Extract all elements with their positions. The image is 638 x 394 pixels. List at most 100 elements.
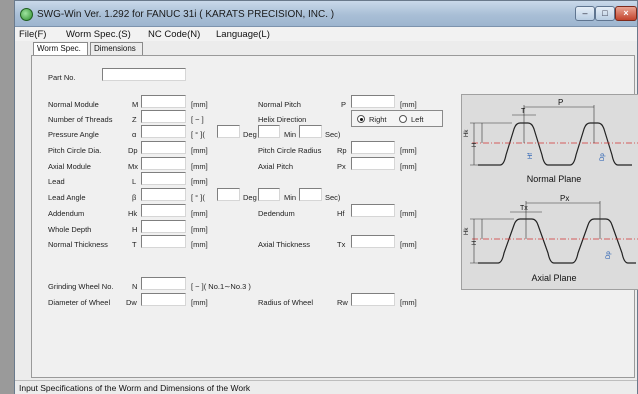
grinding-wheel-no-input[interactable] <box>141 277 186 290</box>
pitch-circle-dia-input[interactable] <box>141 141 186 154</box>
axial-module-label: Axial Module <box>48 162 91 171</box>
number-of-threads-input[interactable] <box>141 110 186 123</box>
axial-pitch-input[interactable] <box>351 157 395 170</box>
part-no-input[interactable] <box>102 68 186 81</box>
menu-worm-spec[interactable]: Worm Spec.(S) <box>66 29 131 40</box>
pitch-circle-dia-unit: [mm] <box>191 146 208 155</box>
addendum-symbol: Hk <box>128 209 138 218</box>
normal-thickness-unit: [mm] <box>191 240 208 249</box>
addendum-input[interactable] <box>141 204 186 217</box>
lead-angle-min-input[interactable] <box>258 188 280 201</box>
pressure-angle-symbol: α <box>132 130 137 139</box>
normal-thickness-symbol: T <box>521 108 526 115</box>
grinding-wheel-no-symbol: N <box>132 282 138 291</box>
lead-input[interactable] <box>141 172 186 185</box>
normal-thickness-input[interactable] <box>141 235 186 248</box>
axial-pitch-label: Axial Pitch <box>258 162 294 171</box>
helix-left-label: Left <box>411 115 424 124</box>
lead-symbol: L <box>132 177 137 186</box>
title-bar[interactable]: SWG-Win Ver. 1.292 for FANUC 31i ( KARAT… <box>15 1 637 27</box>
axial-plane-caption: Axial Plane <box>531 273 576 283</box>
menu-bar: File(F) Worm Spec.(S) NC Code(N) Languag… <box>15 27 637 41</box>
pressure-angle-min-input[interactable] <box>258 125 280 138</box>
worm-spec-panel: Part No. Normal Module M [mm] Number of … <box>31 55 638 378</box>
number-of-threads-label: Number of Threads <box>48 115 113 124</box>
diameter-of-wheel-symbol: Dw <box>126 298 137 307</box>
whole-depth-unit: [mm] <box>191 225 208 234</box>
normal-pitch-unit: [mm] <box>400 100 417 109</box>
normal-dp-symbol: Dp <box>600 153 606 161</box>
normal-pitch-label: Normal Pitch <box>258 100 301 109</box>
normal-pitch-symbol: P <box>558 98 563 107</box>
pressure-angle-sec-label: Sec) <box>325 130 341 139</box>
lead-angle-deg-input[interactable] <box>217 188 240 201</box>
grinding-wheel-no-note: [ − ]( No.1∼No.3 ) <box>191 282 251 291</box>
axial-thickness-input[interactable] <box>351 235 395 248</box>
whole-depth-symbol: H <box>132 225 138 234</box>
axial-plane-profile <box>478 218 636 264</box>
normal-plane-profile <box>478 122 632 166</box>
lead-angle-label: Lead Angle <box>48 193 86 202</box>
menu-nc-code[interactable]: NC Code(N) <box>148 29 200 40</box>
dedendum-label: Dedendum <box>258 209 295 218</box>
normal-pitch-symbol: P <box>341 100 347 109</box>
pitch-circle-dia-label: Pitch Circle Dia. <box>48 146 102 155</box>
menu-language[interactable]: Language(L) <box>216 29 270 40</box>
helix-direction-label: Helix Direction <box>258 115 307 124</box>
lead-angle-input[interactable] <box>141 188 186 201</box>
radius-of-wheel-input[interactable] <box>351 293 395 306</box>
normal-module-label: Normal Module <box>48 100 99 109</box>
axial-pitch-symbol: Px <box>337 162 346 171</box>
radius-of-wheel-symbol: Rw <box>337 298 348 307</box>
axial-thickness-symbol: Tx <box>520 205 528 212</box>
axial-h-symbol: H <box>472 241 478 245</box>
pitch-circle-dia-symbol: Dp <box>128 146 138 155</box>
lead-angle-sec-input[interactable] <box>299 188 322 201</box>
lead-unit: [mm] <box>191 177 208 186</box>
menu-file[interactable]: File(F) <box>19 29 46 40</box>
worm-profile-drawing: P T Hk H Hf Dp Normal Plane Px Tx Hk H D… <box>464 98 638 283</box>
minimize-button[interactable]: – <box>575 6 595 21</box>
helix-direction-group: Right Left <box>351 110 443 127</box>
normal-plane-caption: Normal Plane <box>527 174 582 184</box>
tab-worm-spec[interactable]: Worm Spec. <box>33 42 88 56</box>
diameter-of-wheel-unit: [mm] <box>191 298 208 307</box>
pressure-angle-input[interactable] <box>141 125 186 138</box>
grinding-wheel-no-label: Grinding Wheel No. <box>48 282 114 291</box>
application-window: SWG-Win Ver. 1.292 for FANUC 31i ( KARAT… <box>14 0 638 394</box>
helix-left-radio[interactable] <box>399 115 407 123</box>
pitch-circle-radius-symbol: Rp <box>337 146 347 155</box>
axial-dp-symbol: Dp <box>606 251 612 259</box>
helix-right-radio[interactable] <box>357 115 365 123</box>
lead-angle-sec-label: Sec) <box>325 193 341 202</box>
maximize-button[interactable]: □ <box>595 6 615 21</box>
dedendum-input[interactable] <box>351 204 395 217</box>
pitch-circle-radius-input[interactable] <box>351 141 395 154</box>
number-of-threads-symbol: Z <box>132 115 137 124</box>
diameter-of-wheel-input[interactable] <box>141 293 186 306</box>
app-icon <box>20 8 33 21</box>
pressure-angle-sec-input[interactable] <box>299 125 322 138</box>
normal-thickness-label: Normal Thickness <box>48 240 108 249</box>
axial-module-unit: [mm] <box>191 162 208 171</box>
axial-thickness-label: Axial Thickness <box>258 240 310 249</box>
radius-of-wheel-unit: [mm] <box>400 298 417 307</box>
whole-depth-input[interactable] <box>141 220 186 233</box>
axial-hk-symbol: Hk <box>464 227 470 235</box>
axial-dimension-lines <box>470 201 601 264</box>
tab-dimensions[interactable]: Dimensions <box>90 42 143 55</box>
pressure-angle-min-label: Min <box>284 130 297 139</box>
dedendum-symbol: Hf <box>337 209 345 218</box>
lead-angle-min-label: Min <box>284 193 297 202</box>
normal-pitch-input[interactable] <box>351 95 395 108</box>
axial-module-input[interactable] <box>141 157 186 170</box>
normal-module-symbol: M <box>132 100 139 109</box>
pressure-angle-unit: [ ° ]( <box>191 130 205 139</box>
axial-thickness-unit: [mm] <box>400 240 417 249</box>
normal-module-input[interactable] <box>141 95 186 108</box>
pitch-circle-radius-unit: [mm] <box>400 146 417 155</box>
close-button[interactable]: × <box>615 6 637 21</box>
addendum-label: Addendum <box>48 209 85 218</box>
pressure-angle-deg-input[interactable] <box>217 125 240 138</box>
worm-profile-diagram: P T Hk H Hf Dp Normal Plane Px Tx Hk H D… <box>461 94 638 290</box>
